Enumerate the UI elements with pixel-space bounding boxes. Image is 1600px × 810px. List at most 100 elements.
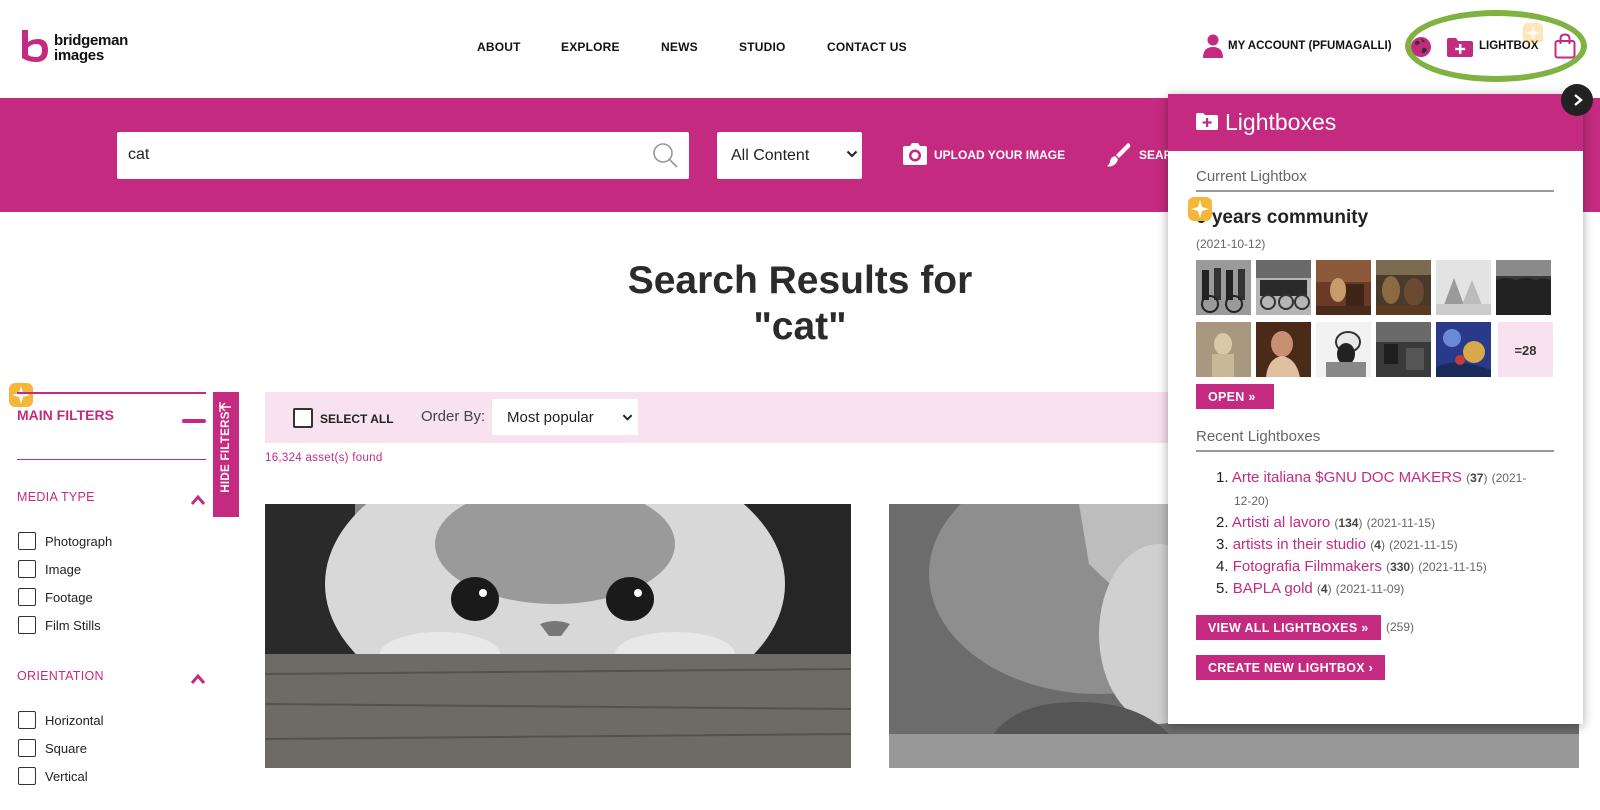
orientation-heading[interactable]: ORIENTATION <box>17 669 104 683</box>
checkbox-label: Image <box>45 562 82 577</box>
chevron-right-icon <box>1574 94 1583 106</box>
lightbox-thumbnail[interactable] <box>1376 260 1431 315</box>
divider <box>1196 450 1554 452</box>
nav-studio[interactable]: STUDIO <box>739 40 786 54</box>
search-input[interactable] <box>117 132 689 179</box>
recent-lightbox-link[interactable]: artists in their studio <box>1233 536 1366 553</box>
checkbox-square[interactable] <box>18 739 36 757</box>
sparkle-icon <box>9 383 33 407</box>
result-image-kitten[interactable] <box>265 504 851 768</box>
checkbox-footage[interactable] <box>18 588 36 606</box>
page-title-line-1: Search Results for <box>627 259 973 302</box>
recent-lightbox-link[interactable]: Fotografia Filmmakers <box>1233 558 1382 575</box>
list-item[interactable]: 3. artists in their studio (4) (2021-11-… <box>1216 536 1458 553</box>
more-items-count: =28 <box>1514 343 1537 358</box>
checkbox-film-stills[interactable] <box>18 616 36 634</box>
checkbox-label: Vertical <box>45 769 88 784</box>
chevron-down-icon <box>846 150 858 158</box>
results-toolbar <box>265 392 1265 443</box>
checkbox-horizontal[interactable] <box>18 711 36 729</box>
current-lightbox-name[interactable]: 0 years community <box>1196 207 1368 229</box>
item-count: 4 <box>1374 538 1381 552</box>
recent-lightbox-link[interactable]: Artisti al lavoro <box>1232 514 1330 531</box>
folder-plus-icon <box>1196 113 1218 130</box>
item-count: 134 <box>1338 516 1359 530</box>
page-title: Search Results for "cat" <box>560 258 1040 350</box>
lightbox-panel-title: Lightboxes <box>1225 109 1337 135</box>
item-count: 37 <box>1470 471 1484 485</box>
current-lightbox-heading: Current Lightbox <box>1196 168 1307 185</box>
logo-line-2: images <box>54 47 104 64</box>
select-all-checkbox[interactable] <box>293 408 313 428</box>
media-type-heading[interactable]: MEDIA TYPE <box>17 490 95 504</box>
filter-divider <box>17 392 206 394</box>
chevron-up-icon[interactable] <box>190 673 206 685</box>
my-account-link[interactable]: MY ACCOUNT (PFUMAGALLI) <box>1228 40 1392 52</box>
checkbox-label: Photograph <box>45 534 113 549</box>
create-new-lightbox-label: CREATE NEW LIGHTBOX › <box>1208 661 1374 675</box>
lightbox-total-count: (259) <box>1386 620 1415 634</box>
recent-lightbox-link[interactable]: BAPLA gold <box>1233 580 1313 597</box>
divider <box>1196 190 1554 192</box>
search-icon[interactable] <box>652 142 678 168</box>
lightbox-thumbnail[interactable] <box>1196 260 1251 315</box>
lightbox-thumbnail[interactable] <box>1436 322 1491 377</box>
list-item-number: 4. <box>1216 558 1229 575</box>
kitten-photo <box>265 504 851 768</box>
checkbox-vertical[interactable] <box>18 767 36 785</box>
lightbox-thumbnail[interactable] <box>1316 260 1371 315</box>
search-input-value: cat <box>128 146 150 163</box>
brush-icon[interactable] <box>1106 142 1132 168</box>
checkbox-label: Horizontal <box>45 713 104 728</box>
recent-lightbox-link[interactable]: Arte italiana $GNU DOC MAKERS <box>1232 469 1462 486</box>
bridgeman-logo-icon[interactable] <box>18 28 54 64</box>
logo-text[interactable]: bridgeman images <box>54 33 128 63</box>
results-count: 16,324 asset(s) found <box>265 452 383 464</box>
nav-news[interactable]: NEWS <box>661 40 698 54</box>
open-lightbox-label: OPEN » <box>1208 390 1256 404</box>
lightbox-thumbnail[interactable] <box>1316 322 1371 377</box>
recent-lightboxes-heading: Recent Lightboxes <box>1196 428 1321 445</box>
list-item[interactable]: 2. Artisti al lavoro (134) (2021-11-15) <box>1216 514 1435 531</box>
sparkle-icon <box>1188 197 1212 221</box>
main-filters-heading[interactable]: MAIN FILTERS <box>17 407 114 423</box>
nav-contact-us[interactable]: CONTACT US <box>827 40 907 54</box>
hide-filters-label: HIDE FILTERS <box>220 411 232 493</box>
item-count: 330 <box>1390 560 1411 574</box>
recent-lightbox-date: (2021-11-15) <box>1418 560 1487 574</box>
chevron-up-icon[interactable] <box>190 494 206 506</box>
collapse-minus-icon[interactable] <box>182 419 206 423</box>
lightbox-thumbnail[interactable] <box>1256 322 1311 377</box>
camera-icon[interactable] <box>902 142 928 166</box>
list-item-number: 5. <box>1216 580 1229 597</box>
nav-explore[interactable]: EXPLORE <box>561 40 620 54</box>
order-by-value: Most popular <box>507 409 594 426</box>
recent-lightbox-date: (2021- <box>1491 471 1527 485</box>
view-all-lightboxes-label: VIEW ALL LIGHTBOXES » <box>1208 621 1369 635</box>
checkbox-label: Footage <box>45 590 93 605</box>
list-item[interactable]: 4. Fotografia Filmmakers (330) (2021-11-… <box>1216 558 1487 575</box>
select-all-label[interactable]: SELECT ALL <box>320 412 394 426</box>
person-icon[interactable] <box>1203 34 1223 58</box>
recent-lightbox-date: (2021-11-15) <box>1389 538 1458 552</box>
content-type-value: All Content <box>731 147 810 164</box>
lightbox-thumbnail[interactable] <box>1376 322 1431 377</box>
lightbox-thumbnail[interactable] <box>1196 322 1251 377</box>
checkbox-label: Film Stills <box>45 618 101 633</box>
filter-divider <box>17 459 206 460</box>
checkbox-image[interactable] <box>18 560 36 578</box>
upload-image-button[interactable]: UPLOAD YOUR IMAGE <box>934 148 1065 162</box>
list-item-number: 1. <box>1216 469 1229 486</box>
nav-about[interactable]: ABOUT <box>477 40 521 54</box>
lightbox-thumbnail[interactable] <box>1496 260 1551 315</box>
list-item[interactable]: 5. BAPLA gold (4) (2021-11-09) <box>1216 580 1404 597</box>
logo-line-1: bridgeman <box>54 32 128 49</box>
lightbox-thumbnail[interactable] <box>1256 260 1311 315</box>
checkbox-photograph[interactable] <box>18 532 36 550</box>
page-title-line-2: "cat" <box>753 305 847 348</box>
chevron-down-icon <box>622 414 633 421</box>
checkbox-label: Square <box>45 741 87 756</box>
list-item[interactable]: 1. Arte italiana $GNU DOC MAKERS (37) (2… <box>1216 469 1526 486</box>
lightbox-thumbnail[interactable] <box>1436 260 1491 315</box>
recent-lightbox-date-wrap: 12-20) <box>1234 494 1269 508</box>
